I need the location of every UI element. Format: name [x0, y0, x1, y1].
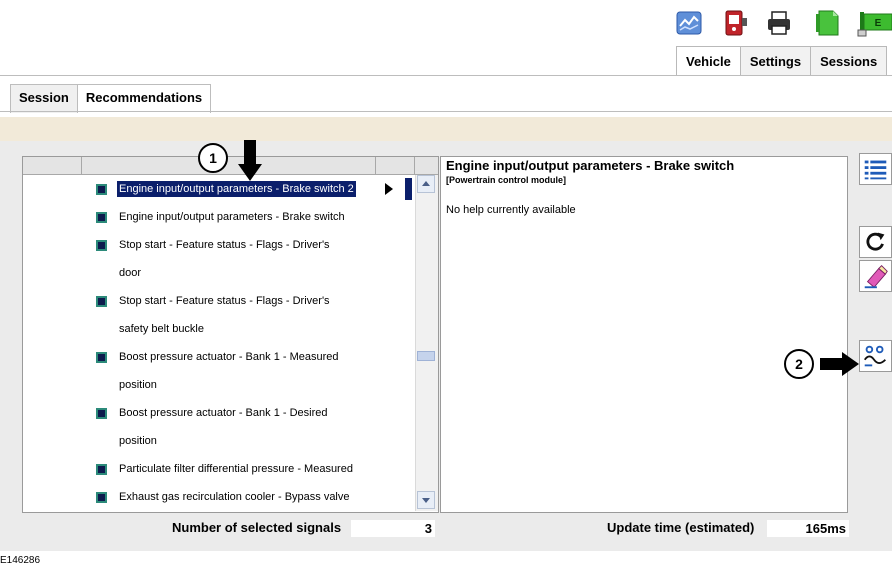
list-header — [23, 157, 438, 175]
chevron-up-icon — [422, 181, 430, 186]
list-item-label: Stop start - Feature status - Flags - Dr… — [119, 295, 330, 307]
list-item-label: position — [119, 435, 157, 447]
tab-session[interactable]: Session — [10, 84, 78, 113]
list-item-label: Engine input/output parameters - Brake s… — [116, 180, 357, 198]
row-selection-marker — [405, 178, 412, 200]
update-time-label: Update time (estimated) — [607, 520, 755, 535]
list-item[interactable]: Engine input/output parameters - Brake s… — [23, 203, 415, 231]
list-view-button[interactable] — [859, 153, 892, 185]
list-item[interactable]: Engine input/output parameters - Brake s… — [23, 175, 415, 203]
red-module-icon[interactable] — [720, 8, 750, 38]
tab-vehicle[interactable]: Vehicle — [676, 46, 741, 76]
signal-bullet-icon — [96, 464, 107, 475]
list-item-label: Stop start - Feature status - Flags - Dr… — [119, 239, 330, 251]
signal-bullet-icon — [96, 212, 107, 223]
list-item[interactable]: Boost pressure actuator - Bank 1 - Desir… — [23, 399, 415, 427]
graph-view-icon — [863, 345, 887, 367]
header-separator — [81, 157, 82, 174]
signal-bullet-icon — [96, 296, 107, 307]
eraser-icon — [864, 265, 888, 289]
help-title: Engine input/output parameters - Brake s… — [446, 158, 735, 173]
info-bar — [0, 117, 892, 141]
chart-icon[interactable] — [674, 8, 704, 38]
list-item-label: safety belt buckle — [119, 323, 204, 335]
tab-settings[interactable]: Settings — [739, 46, 812, 76]
selected-signals-label: Number of selected signals — [172, 520, 342, 535]
list-item-continuation[interactable]: position — [23, 371, 415, 399]
list-item[interactable]: Exhaust gas recirculation cooler - Bypas… — [23, 483, 415, 511]
header-separator — [414, 157, 415, 174]
signal-bullet-icon — [96, 492, 107, 503]
callout-1: 1 — [198, 143, 228, 173]
refresh-icon — [866, 232, 885, 251]
tab-recommendations[interactable]: Recommendations — [76, 84, 212, 113]
list-item-label: door — [119, 267, 142, 279]
figure-id: E146286 — [0, 555, 41, 566]
selected-signals-value: 3 — [351, 520, 435, 537]
list-item[interactable]: Boost pressure actuator - Bank 1 - Measu… — [23, 343, 415, 371]
scroll-thumb[interactable] — [417, 351, 435, 361]
green-flag-icon[interactable]: E — [856, 8, 892, 38]
list-item[interactable]: Stop start - Feature status - Flags - Dr… — [23, 231, 415, 259]
top-tab-bar: Vehicle Settings Sessions — [676, 46, 888, 76]
list-item-continuation[interactable]: position — [23, 427, 415, 455]
list-item-label: Exhaust gas recirculation cooler - Bypas… — [119, 491, 350, 503]
help-text: No help currently available — [446, 204, 576, 216]
signal-bullet-icon — [96, 184, 107, 195]
sub-tab-bar: Session Recommendations — [10, 84, 212, 113]
chevron-down-icon — [422, 498, 430, 503]
callout-2: 2 — [784, 349, 814, 379]
list-item[interactable]: Particulate filter differential pressure… — [23, 455, 415, 483]
list-item-continuation[interactable]: safety belt buckle — [23, 315, 415, 343]
top-tab-divider — [0, 75, 892, 76]
row-pointer-icon — [385, 183, 393, 195]
signal-list: Engine input/output parameters - Brake s… — [23, 175, 415, 511]
scroll-down-button[interactable] — [417, 491, 435, 509]
signal-list-panel: Engine input/output parameters - Brake s… — [22, 156, 439, 513]
signal-bullet-icon — [96, 240, 107, 251]
list-icon — [864, 160, 887, 180]
list-scrollbar[interactable] — [415, 175, 438, 511]
clear-button[interactable] — [859, 260, 892, 292]
help-module-name: [Powertrain control module] — [446, 175, 567, 185]
list-item-continuation[interactable]: door — [23, 259, 415, 287]
svg-text:E: E — [875, 18, 882, 29]
sub-tab-divider — [0, 111, 892, 112]
tab-sessions[interactable]: Sessions — [810, 46, 888, 76]
header-separator — [375, 157, 376, 174]
update-time-value: 165ms — [767, 520, 849, 537]
callout-2-arrow-icon — [820, 352, 859, 376]
list-item-label: Engine input/output parameters - Brake s… — [119, 211, 345, 223]
green-document-icon[interactable] — [812, 8, 842, 38]
scroll-up-button[interactable] — [417, 175, 435, 193]
list-item-label: Boost pressure actuator - Bank 1 - Measu… — [119, 351, 339, 363]
graph-view-button[interactable] — [859, 340, 892, 372]
list-item-label: Particulate filter differential pressure… — [119, 463, 353, 475]
signal-bullet-icon — [96, 408, 107, 419]
signal-bullet-icon — [96, 352, 107, 363]
help-panel: Engine input/output parameters - Brake s… — [440, 156, 848, 513]
list-item-label: Boost pressure actuator - Bank 1 - Desir… — [119, 407, 328, 419]
refresh-button[interactable] — [859, 226, 892, 258]
list-item[interactable]: Stop start - Feature status - Flags - Dr… — [23, 287, 415, 315]
list-item-label: position — [119, 379, 157, 391]
callout-1-arrow-icon — [238, 140, 262, 181]
printer-icon[interactable] — [764, 8, 794, 38]
